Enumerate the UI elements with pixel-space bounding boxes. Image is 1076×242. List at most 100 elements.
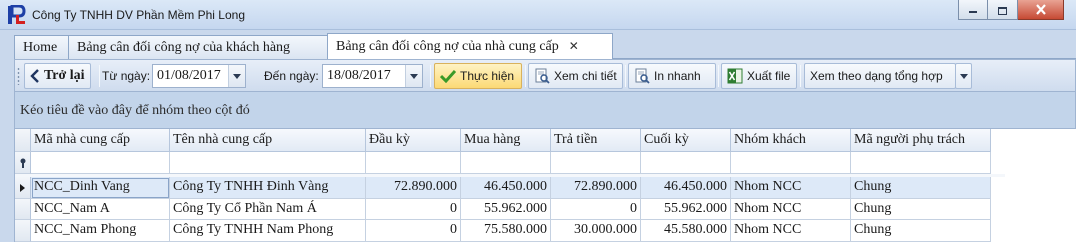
toolbar: Trở lại Từ ngày: 01/08/2017 Đến ngày: 18… [14, 59, 1076, 92]
cell-payments[interactable]: 30.000.000 [551, 220, 641, 242]
quick-print-button[interactable]: In nhanh [628, 63, 716, 89]
cell-person-in-charge[interactable]: Chung [851, 220, 991, 242]
from-date-picker[interactable]: 01/08/2017 [152, 64, 246, 88]
cell-opening[interactable]: 0 [366, 199, 461, 220]
filter-cell[interactable] [851, 152, 991, 174]
tab-customer-balance[interactable]: Bảng cân đối công nợ của khách hàng [68, 35, 328, 59]
from-date-label: Từ ngày: [102, 69, 151, 83]
document-search-icon [534, 68, 550, 84]
cell-purchases[interactable]: 75.580.000 [461, 220, 551, 242]
tab-close-icon[interactable]: ✕ [569, 39, 579, 53]
title-bar: Công Ty TNHH DV Phần Mềm Phi Long [0, 0, 1076, 30]
summary-view-label: Xem theo dạng tổng hợp [810, 69, 943, 83]
supplier-balance-grid: Mã nhà cung cấp Tên nhà cung cấp Đầu kỳ … [14, 129, 1076, 242]
column-header-closing[interactable]: Cuối kỳ [641, 129, 731, 152]
view-detail-button[interactable]: Xem chi tiết [528, 63, 623, 89]
chevron-down-icon[interactable] [228, 65, 245, 87]
export-file-label: Xuất file [747, 69, 791, 83]
current-row-arrow-icon [20, 183, 25, 192]
filter-cell[interactable] [366, 152, 461, 174]
column-header-supplier-code[interactable]: Mã nhà cung cấp [31, 129, 170, 152]
filter-pin-icon [20, 158, 25, 168]
cell-supplier-code[interactable]: NCC_Nam A [31, 199, 170, 220]
group-panel-hint: Kéo tiêu đề vào đây để nhóm theo cột đó [20, 103, 250, 118]
back-button[interactable]: Trở lại [24, 63, 91, 89]
grid-header-row: Mã nhà cung cấp Tên nhà cung cấp Đầu kỳ … [15, 129, 1005, 152]
cell-person-in-charge[interactable]: Chung [851, 199, 991, 220]
cell-payments[interactable]: 0 [551, 199, 641, 220]
cell-supplier-name[interactable]: Công Ty TNHH Đinh Vàng [170, 177, 366, 199]
row-indicator [15, 199, 31, 220]
column-header-person-in-charge[interactable]: Mã người phụ trách [851, 129, 991, 152]
chevron-down-icon [959, 73, 968, 79]
cell-closing[interactable]: 45.580.000 [641, 220, 731, 242]
row-indicator [15, 220, 31, 242]
filter-cell[interactable] [461, 152, 551, 174]
cell-opening[interactable]: 72.890.000 [366, 177, 461, 199]
column-header-payments[interactable]: Trả tiền [551, 129, 641, 152]
restore-icon [998, 6, 1007, 15]
filter-cell[interactable] [170, 152, 366, 174]
quick-print-label: In nhanh [654, 69, 701, 83]
cell-closing[interactable]: 46.450.000 [641, 177, 731, 199]
column-header-supplier-name[interactable]: Tên nhà cung cấp [170, 129, 366, 152]
cell-supplier-code[interactable]: NCC_Nam Phong [31, 220, 170, 242]
filter-cell[interactable] [31, 152, 170, 174]
tab-label: Bảng cân đối công nợ của nhà cung cấp [336, 39, 559, 54]
header-indicator [15, 129, 31, 152]
toolbar-overflow-button[interactable] [955, 63, 972, 89]
cell-purchases[interactable]: 55.962.000 [461, 199, 551, 220]
grid-filter-row [15, 152, 1005, 174]
from-date-value: 01/08/2017 [157, 68, 221, 83]
cell-purchases[interactable]: 46.450.000 [461, 177, 551, 199]
export-file-button[interactable]: Xuất file [721, 63, 797, 89]
to-date-value: 18/08/2017 [327, 68, 391, 83]
cell-opening[interactable]: 0 [366, 220, 461, 242]
to-date-label: Đến ngày: [264, 69, 319, 83]
cell-customer-group[interactable]: Nhom NCC [731, 177, 851, 199]
table-row[interactable]: NCC_Nam Phong Công Ty TNHH Nam Phong 0 7… [15, 220, 1005, 242]
excel-icon [727, 68, 743, 84]
to-date-picker[interactable]: 18/08/2017 [322, 64, 423, 88]
table-row[interactable]: NCC_Nam A Công Ty Cổ Phần Nam Á 0 55.962… [15, 199, 1005, 220]
restore-button[interactable] [988, 0, 1018, 20]
close-window-button[interactable] [1018, 0, 1064, 20]
column-header-opening[interactable]: Đầu kỳ [366, 129, 461, 152]
cell-customer-group[interactable]: Nhom NCC [731, 220, 851, 242]
filter-cell[interactable] [641, 152, 731, 174]
cell-person-in-charge[interactable]: Chung [851, 177, 991, 199]
cell-customer-group[interactable]: Nhom NCC [731, 199, 851, 220]
toolbar-grip[interactable] [17, 67, 20, 85]
minimize-button[interactable] [958, 0, 988, 20]
tab-home[interactable]: Home [14, 35, 69, 59]
execute-label: Thực hiện [460, 69, 515, 83]
tab-supplier-balance[interactable]: Bảng cân đối công nợ của nhà cung cấp ✕ [327, 33, 613, 60]
column-header-purchases[interactable]: Mua hàng [461, 129, 551, 152]
print-preview-icon [634, 68, 650, 84]
execute-button[interactable]: Thực hiện [434, 63, 522, 89]
cell-payments[interactable]: 72.890.000 [551, 177, 641, 199]
table-row[interactable]: NCC_Dinh Vang Công Ty TNHH Đinh Vàng 72.… [15, 177, 1005, 199]
row-indicator [15, 177, 31, 199]
window-title: Công Ty TNHH DV Phần Mềm Phi Long [32, 8, 245, 22]
cell-closing[interactable]: 55.962.000 [641, 199, 731, 220]
back-label: Trở lại [44, 68, 85, 83]
checkmark-icon [440, 69, 456, 83]
column-header-customer-group[interactable]: Nhóm khách [731, 129, 851, 152]
cell-supplier-name[interactable]: Công Ty TNHH Nam Phong [170, 220, 366, 242]
minimize-icon [969, 10, 977, 13]
tab-label: Bảng cân đối công nợ của khách hàng [77, 40, 291, 55]
chevron-down-icon[interactable] [405, 65, 422, 87]
app-logo-icon [7, 4, 27, 25]
document-tabs: Home Bảng cân đối công nợ của khách hàng… [14, 33, 1076, 60]
view-detail-label: Xem chi tiết [554, 69, 617, 83]
chevron-left-icon [30, 69, 40, 83]
filter-cell[interactable] [551, 152, 641, 174]
cell-supplier-name[interactable]: Công Ty Cổ Phần Nam Á [170, 199, 366, 220]
filter-row-indicator [15, 152, 31, 174]
cell-supplier-code[interactable]: NCC_Dinh Vang [31, 177, 170, 199]
group-by-panel[interactable]: Kéo tiêu đề vào đây để nhóm theo cột đó [14, 92, 1076, 129]
grid-empty-area [1006, 129, 1076, 242]
summary-view-button[interactable]: Xem theo dạng tổng hợp [804, 63, 956, 89]
filter-cell[interactable] [731, 152, 851, 174]
